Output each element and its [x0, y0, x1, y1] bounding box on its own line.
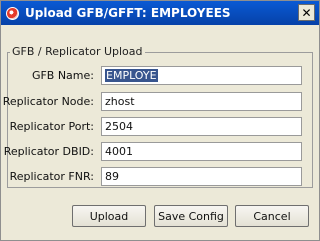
replicator-dbid-input[interactable]: 4001 — [101, 142, 302, 161]
title-bar[interactable]: Upload GFB/GFFT: EMPLOYEES ✕ — [1, 1, 319, 25]
replicator-dbid-label: Replicator DBID: — [3, 145, 94, 158]
app-icon — [6, 6, 19, 20]
replicator-port-input[interactable]: 2504 — [101, 117, 302, 136]
cancel-button[interactable]: Cancel — [235, 205, 309, 227]
replicator-fnr-label: Replicator FNR: — [9, 170, 94, 183]
replicator-port-label: Replicator Port: — [9, 120, 94, 133]
replicator-port-value: 2504 — [105, 120, 133, 133]
close-icon: ✕ — [301, 5, 312, 20]
gfb-name-value: EMPLOYE — [105, 69, 158, 82]
gfb-name-label: GFB Name: — [31, 69, 94, 82]
save-config-button[interactable]: Save Config — [154, 205, 228, 227]
close-button[interactable]: ✕ — [298, 4, 315, 21]
replicator-node-value: zhost — [105, 95, 135, 108]
replicator-node-input[interactable]: zhost — [101, 92, 302, 111]
replicator-node-label: Replicator Node: — [2, 95, 94, 108]
gfb-name-input[interactable]: EMPLOYE — [101, 66, 302, 85]
replicator-fnr-value: 89 — [105, 170, 119, 183]
replicator-fnr-input[interactable]: 89 — [101, 167, 302, 186]
replicator-dbid-value: 4001 — [105, 145, 133, 158]
group-title: GFB / Replicator Upload — [10, 45, 145, 58]
window-title: Upload GFB/GFFT: EMPLOYEES — [25, 6, 231, 20]
upload-button[interactable]: Upload — [72, 205, 146, 227]
upload-dialog: Upload GFB/GFFT: EMPLOYEES ✕ GFB / Repli… — [0, 0, 320, 241]
